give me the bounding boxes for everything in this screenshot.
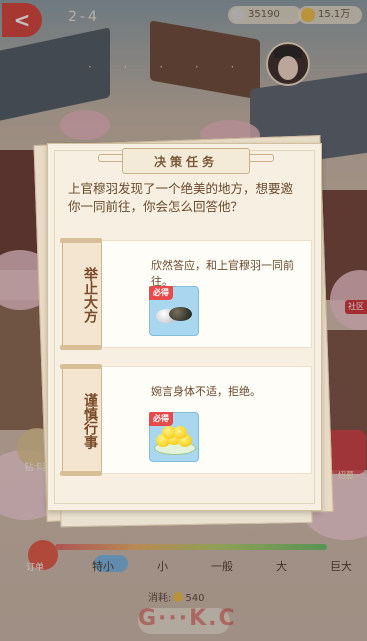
- title-ornament: [98, 154, 124, 162]
- option-card-1[interactable]: 欣然答应，和上官穆羽一同前往。 必得 举止大方: [60, 238, 312, 350]
- stones-icon: [156, 305, 192, 325]
- option-tab: 谨慎行事: [60, 364, 102, 476]
- guaranteed-badge: 必得: [149, 412, 173, 426]
- duck: [173, 426, 187, 439]
- option-tab-label: 举止大方: [82, 267, 98, 323]
- dialog-title-bar: 决策任务: [122, 148, 250, 174]
- black-stone: [169, 307, 192, 321]
- title-ornament: [248, 154, 274, 162]
- option-card-2[interactable]: 婉言身体不适，拒绝。 必得 谨慎行事: [60, 364, 312, 476]
- option-card-body[interactable]: 婉言身体不适，拒绝。 必得: [94, 366, 312, 474]
- dialog-question: 上官穆羽发现了一个绝美的地方，想要邀你一同前往，你会怎么回答他？: [68, 181, 294, 214]
- reward-item[interactable]: 必得: [149, 286, 199, 336]
- option-text: 婉言身体不适，拒绝。: [151, 385, 261, 398]
- option-tab-label: 谨慎行事: [82, 393, 98, 449]
- option-card-body[interactable]: 欣然答应，和上官穆羽一同前往。 必得: [94, 240, 312, 348]
- guaranteed-badge: 必得: [149, 286, 173, 300]
- option-tab: 举止大方: [60, 238, 102, 350]
- decision-dialog: 决策任务 上官穆羽发现了一个绝美的地方，想要邀你一同前往，你会怎么回答他？ 欣然…: [47, 143, 322, 511]
- reward-item[interactable]: 必得: [149, 412, 199, 462]
- option-text: 欣然答应，和上官穆羽一同前往。: [151, 259, 294, 288]
- dialog-title: 决策任务: [153, 155, 218, 169]
